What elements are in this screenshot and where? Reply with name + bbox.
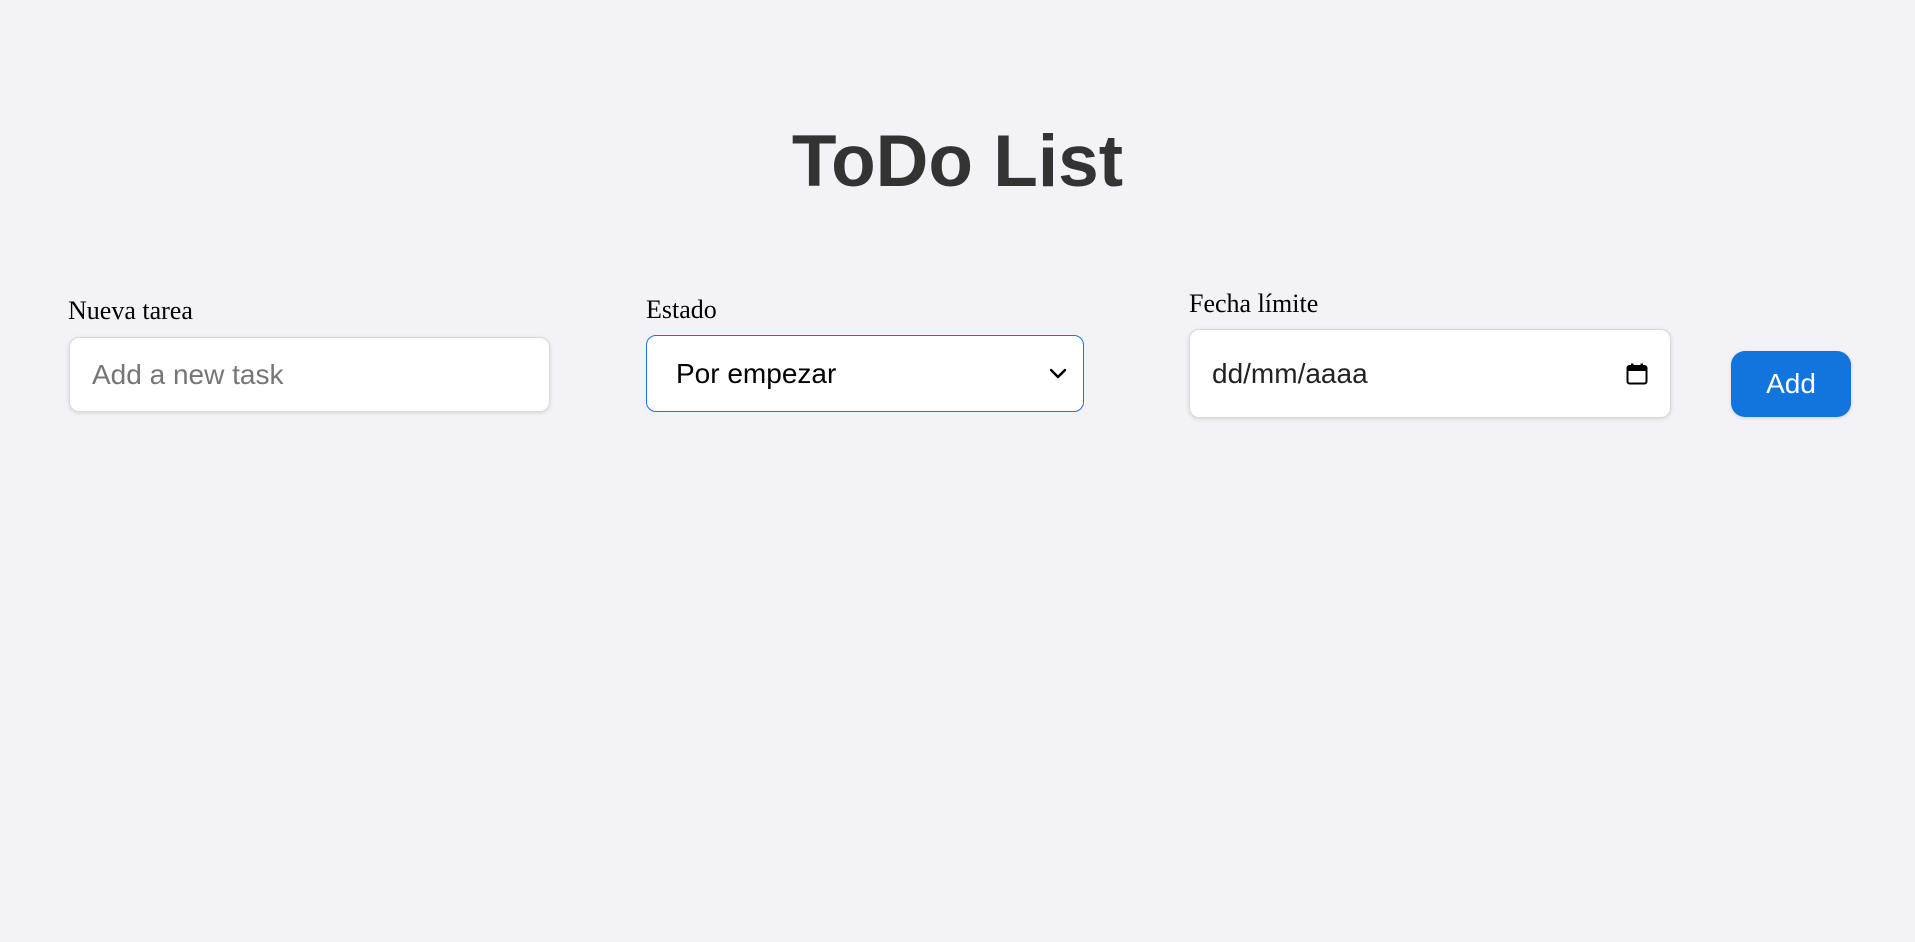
calendar-icon[interactable] xyxy=(1624,361,1650,387)
due-date-placeholder: dd/mm/aaaa xyxy=(1212,357,1368,389)
page-title: ToDo List xyxy=(791,121,1124,202)
task-input-placeholder: Add a new task xyxy=(92,358,284,390)
task-input[interactable]: Add a new task xyxy=(69,337,550,412)
task-label: Nueva tarea xyxy=(68,296,193,325)
chevron-down-icon xyxy=(1047,363,1069,385)
due-date-input[interactable]: dd/mm/aaaa xyxy=(1189,329,1671,418)
add-button[interactable]: Add xyxy=(1731,351,1851,417)
status-label: Estado xyxy=(646,295,717,324)
status-select[interactable]: Por empezar xyxy=(646,335,1084,412)
due-date-label: Fecha límite xyxy=(1189,289,1319,318)
status-select-value: Por empezar xyxy=(676,357,837,389)
